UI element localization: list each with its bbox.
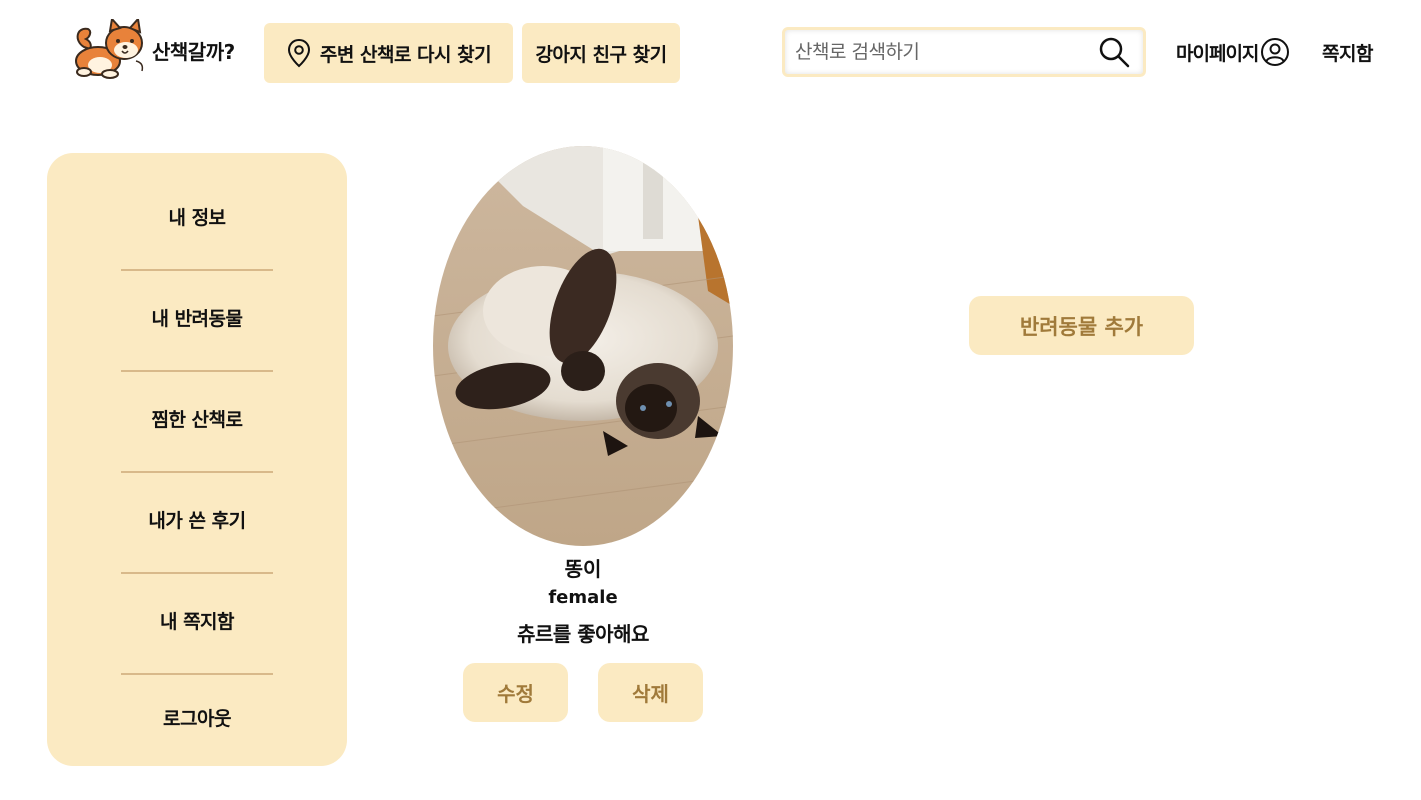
edit-pet-button[interactable]: 수정 — [463, 663, 568, 722]
sidebar-item-my-pets[interactable]: 내 반려동물 — [47, 304, 347, 331]
sidebar-item-my-reviews[interactable]: 내가 쓴 후기 — [47, 506, 347, 533]
sidebar-item-my-info[interactable]: 내 정보 — [47, 203, 347, 230]
search-bar — [782, 27, 1146, 77]
nearby-trails-button[interactable]: 주변 산책로 다시 찾기 — [264, 23, 513, 83]
sidebar-divider — [121, 673, 273, 675]
mypage-link[interactable]: 마이페이지 — [1176, 34, 1290, 70]
delete-pet-button[interactable]: 삭제 — [598, 663, 703, 722]
mypage-label: 마이페이지 — [1176, 42, 1259, 65]
pet-name: 똥이 — [564, 557, 602, 581]
messages-label: 쪽지함 — [1322, 42, 1373, 65]
search-icon[interactable] — [1097, 35, 1131, 69]
shiba-dog-logo-icon — [75, 19, 144, 79]
pet-description: 츄르를 좋아해요 — [517, 622, 649, 646]
sidebar-divider — [121, 572, 273, 574]
find-dog-friends-button[interactable]: 강아지 친구 찾기 — [522, 23, 680, 83]
pet-gender: female — [548, 587, 618, 608]
find-dog-friends-label: 강아지 친구 찾기 — [535, 43, 667, 66]
nearby-trails-label: 주변 산책로 다시 찾기 — [319, 43, 492, 66]
sidebar-item-saved-trails[interactable]: 찜한 산책로 — [47, 405, 347, 432]
sidebar-divider — [121, 269, 273, 271]
add-pet-button[interactable]: 반려동물 추가 — [969, 296, 1194, 355]
sidebar: 내 정보 내 반려동물 찜한 산책로 내가 쓴 후기 내 쪽지함 로그아웃 — [47, 153, 347, 766]
user-circle-icon — [1261, 38, 1290, 66]
logo[interactable]: 산책갈까? — [70, 18, 255, 82]
search-input[interactable] — [785, 41, 1097, 63]
sidebar-item-my-messages[interactable]: 내 쪽지함 — [47, 607, 347, 634]
cat-photo-image — [433, 146, 733, 546]
logo-text: 산책갈까? — [152, 39, 235, 64]
sidebar-divider — [121, 370, 273, 372]
location-pin-icon — [287, 38, 310, 68]
sidebar-divider — [121, 471, 273, 473]
messages-link[interactable]: 쪽지함 — [1322, 34, 1373, 70]
sidebar-item-logout[interactable]: 로그아웃 — [47, 704, 347, 731]
pet-photo — [433, 146, 733, 546]
